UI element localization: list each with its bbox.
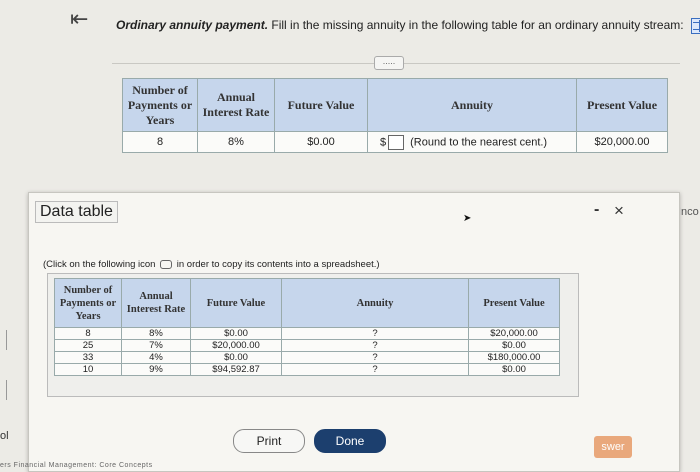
edge-mark: [6, 380, 7, 400]
spreadsheet-icon[interactable]: [690, 18, 700, 34]
col-header-annuity: Annuity: [281, 278, 469, 328]
close-icon[interactable]: ×: [614, 201, 624, 221]
cell-future-value: $94,592.87: [190, 363, 282, 376]
cell-present-value: $180,000.00: [468, 351, 560, 364]
cell-rate: 4%: [121, 351, 191, 364]
col-header-years: Number of Payments or Years: [122, 78, 198, 132]
mouse-cursor-icon: ➤: [463, 213, 472, 224]
cell-future-value: $0.00: [190, 351, 282, 364]
cell-future-value: $0.00: [274, 131, 368, 153]
cell-years: 10: [54, 363, 122, 376]
round-hint: (Round to the nearest cent.): [410, 135, 548, 148]
col-header-present-value: Present Value: [576, 78, 668, 132]
cell-future-value: $20,000.00: [190, 339, 282, 352]
check-answer-button[interactable]: swer: [594, 436, 632, 458]
data-table-panel: Number of Payments or Years Annual Inter…: [47, 273, 579, 397]
cell-future-value: $0.00: [190, 327, 282, 340]
table-row: 8 8% $0.00 ? $20,000.00: [54, 327, 560, 340]
copy-icon[interactable]: [160, 259, 173, 269]
currency-symbol: $: [380, 135, 387, 148]
cell-annuity: ?: [281, 339, 469, 352]
cell-years: 8: [54, 327, 122, 340]
col-header-rate: Annual Interest Rate: [121, 278, 191, 328]
copy-instruction: (Click on the following icon in order to…: [43, 259, 380, 270]
col-header-years: Number of Payments or Years: [54, 278, 122, 328]
col-header-rate: Annual Interest Rate: [197, 78, 275, 132]
footer-text: ers Financial Management: Core Concepts: [0, 462, 153, 469]
cell-rate: 8%: [197, 131, 275, 153]
cell-years: 33: [54, 351, 122, 364]
cell-present-value: $20,000.00: [468, 327, 560, 340]
cell-present-value: $20,000.00: [576, 131, 668, 153]
cell-rate: 8%: [121, 327, 191, 340]
print-button[interactable]: Print: [233, 429, 305, 453]
col-header-future-value: Future Value: [274, 78, 368, 132]
cut-off-left-text: ol: [0, 430, 9, 442]
first-page-icon[interactable]: ⇤: [70, 6, 88, 32]
cell-annuity: ?: [281, 351, 469, 364]
data-table: Number of Payments or Years Annual Inter…: [54, 278, 560, 376]
question-text: Ordinary annuity payment. Fill in the mi…: [116, 18, 700, 34]
col-header-annuity: Annuity: [367, 78, 577, 132]
cell-present-value: $0.00: [468, 339, 560, 352]
table-row: 10 9% $94,592.87 ? $0.00: [54, 363, 560, 376]
dialog-title: Data table: [35, 201, 118, 223]
table-row: 33 4% $0.00 ? $180,000.00: [54, 351, 560, 364]
cut-off-text: Inco: [678, 206, 699, 218]
cell-annuity: ?: [281, 363, 469, 376]
annuity-input[interactable]: [388, 134, 405, 150]
cell-rate: 9%: [121, 363, 191, 376]
done-button[interactable]: Done: [314, 429, 386, 453]
cell-years: 8: [122, 131, 198, 153]
col-header-present-value: Present Value: [468, 278, 560, 328]
cell-rate: 7%: [121, 339, 191, 352]
cell-present-value: $0.00: [468, 363, 560, 376]
cell-annuity: ?: [281, 327, 469, 340]
cell-years: 25: [54, 339, 122, 352]
edge-mark: [6, 330, 7, 350]
data-table-dialog: Data table ➤ - × (Click on the following…: [28, 192, 680, 472]
col-header-future-value: Future Value: [190, 278, 282, 328]
annuity-question-table: Number of Payments or Years Annual Inter…: [122, 78, 668, 153]
table-row: 25 7% $20,000.00 ? $0.00: [54, 339, 560, 352]
cell-annuity: $ (Round to the nearest cent.): [367, 131, 577, 153]
minimize-icon[interactable]: -: [594, 201, 599, 219]
more-button[interactable]: .....: [374, 56, 404, 70]
